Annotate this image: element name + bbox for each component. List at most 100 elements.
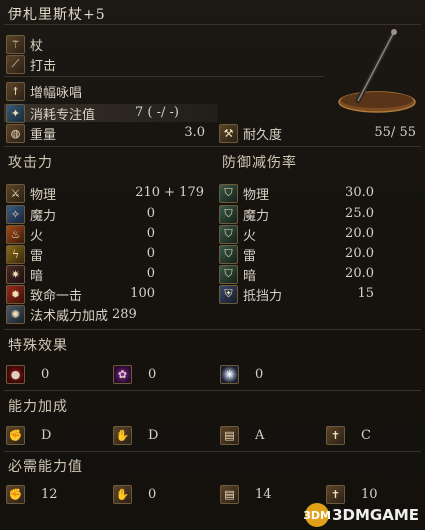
weight-label: 重量 [30,127,57,143]
fp-icon: ✦ [6,103,25,123]
frost-icon: ✳ [220,364,239,384]
attack-row-spellbuff: ✺ 法术威力加成 289 [6,304,137,324]
attack-value: 0 [146,266,155,281]
defense-label: 魔力 [243,208,270,224]
requirement-item-intelligence: ▤ 14 [220,484,272,504]
effect-value: 0 [255,366,264,382]
strength-icon: ✊ [6,425,25,445]
scaling-value: D [41,427,52,443]
effect-item-frost: ✳ 0 [220,364,264,384]
attack-value: 0 [146,246,155,261]
effects-header: 特殊效果 [8,338,68,354]
attack-value: 289 [112,306,137,322]
scaling-item-faith: ✝ C [326,425,371,445]
faith-icon: ✝ [326,484,345,504]
requirement-value: 14 [255,486,272,502]
strength-icon: ✊ [6,484,25,504]
attack-label: 雷 [30,248,44,264]
poison-icon: ✿ [113,364,132,384]
magic-icon: ✧ [6,204,25,224]
dark-shield-icon: ⛉ [219,264,238,284]
weapon-image [330,26,420,116]
attack-row-physical: ⚔ 物理 [6,183,57,203]
intelligence-icon: ▤ [220,425,239,445]
attack-label: 法术威力加成 [30,308,109,324]
requirement-value: 10 [361,486,378,502]
defense-row-lightning: ⛉ 雷 [219,244,257,264]
scaling-value: C [361,427,371,443]
defense-value: 15 [357,286,374,301]
effect-value: 0 [41,366,50,382]
scaling-item-strength: ✊ D [6,425,52,445]
attack-label: 物理 [30,187,57,203]
requirement-item-faith: ✝ 10 [326,484,378,504]
skill-label: 增幅咏唱 [30,85,83,101]
weight-icon: ◍ [6,123,25,143]
scaling-value: D [148,427,159,443]
weapon-title: 伊札里斯杖+5 [8,7,106,23]
requirement-value: 12 [41,486,58,502]
stability-icon: ⛨ [219,284,238,304]
attack-label: 暗 [30,268,44,284]
requirements-header: 必需能力值 [8,459,83,475]
defense-row-magic: ⛉ 魔力 [219,204,270,224]
scaling-value: A [255,427,265,443]
defense-row-fire: ⛉ 火 [219,224,257,244]
fp-value: 7 ( -/ -) [135,105,179,120]
spellbuff-icon: ✺ [6,304,25,324]
attack-value: 210 + 179 [135,185,204,200]
defense-label: 物理 [243,187,270,203]
dexterity-icon: ✋ [113,484,132,504]
attack-type-row: ⟋ 打击 [6,54,56,74]
attack-row-critical: ✹ 致命一击 [6,284,82,304]
requirement-value: 0 [148,486,157,502]
attack-row-dark: ✷ 暗 [6,264,44,284]
attack-row-magic: ✧ 魔力 [6,204,57,224]
defense-row-physical: ⛉ 物理 [219,183,270,203]
watermark-brand: 3DMGAME [332,506,419,524]
weapon-status-panel: 伊札里斯杖+5 ⚚ 杖 ⟋ 打击 ↟ 增幅咏唱 ✦ 消耗专注值 7 ( -/ -… [0,0,425,530]
defense-label: 暗 [243,268,257,284]
effects-divider [4,329,421,330]
scaling-divider [4,390,421,391]
effect-item-bleed: ● 0 [6,364,50,384]
dark-icon: ✷ [6,264,25,284]
skill-row: ↟ 增幅咏唱 [6,81,83,101]
lightning-icon: ϟ [6,244,25,264]
durability-label: 耐久度 [243,127,283,143]
effect-item-poison: ✿ 0 [113,364,157,384]
magic-shield-icon: ⛉ [219,204,238,224]
scaling-item-intelligence: ▤ A [220,425,265,445]
watermark-logo: 3DM [303,503,331,527]
info-divider [4,76,324,77]
weapon-type-row: ⚚ 杖 [6,34,43,54]
fp-row: ✦ 消耗专注值 [6,103,95,123]
title-divider [4,24,421,25]
attack-row-lightning: ϟ 雷 [6,244,44,264]
defense-value: 30.0 [345,185,374,200]
attack-header: 攻击力 [8,155,53,171]
durability-row: ⚒ 耐久度 [219,123,283,143]
defense-label: 抵挡力 [243,288,283,304]
durability-value: 55/ 55 [374,125,416,140]
defense-value: 25.0 [345,206,374,221]
weight-row: ◍ 重量 [6,123,57,143]
intelligence-icon: ▤ [220,484,239,504]
lightning-shield-icon: ⛉ [219,244,238,264]
attack-value: 100 [130,286,155,301]
defense-label: 火 [243,228,257,244]
strike-icon: ⟋ [6,54,25,74]
defense-label: 雷 [243,248,257,264]
attack-label: 魔力 [30,208,57,224]
requirements-divider [4,451,421,452]
shield-icon: ⛉ [219,183,238,203]
requirement-item-dexterity: ✋ 0 [113,484,157,504]
staff-type-icon: ⚚ [6,34,25,54]
watermark: 3DM 3DMGAME [303,503,419,527]
attack-row-fire: ♨ 火 [6,224,43,244]
attack-value: 0 [146,226,155,241]
effect-value: 0 [148,366,157,382]
requirement-item-strength: ✊ 12 [6,484,58,504]
defense-header: 防御减伤率 [222,155,297,171]
scaling-item-dexterity: ✋ D [113,425,159,445]
